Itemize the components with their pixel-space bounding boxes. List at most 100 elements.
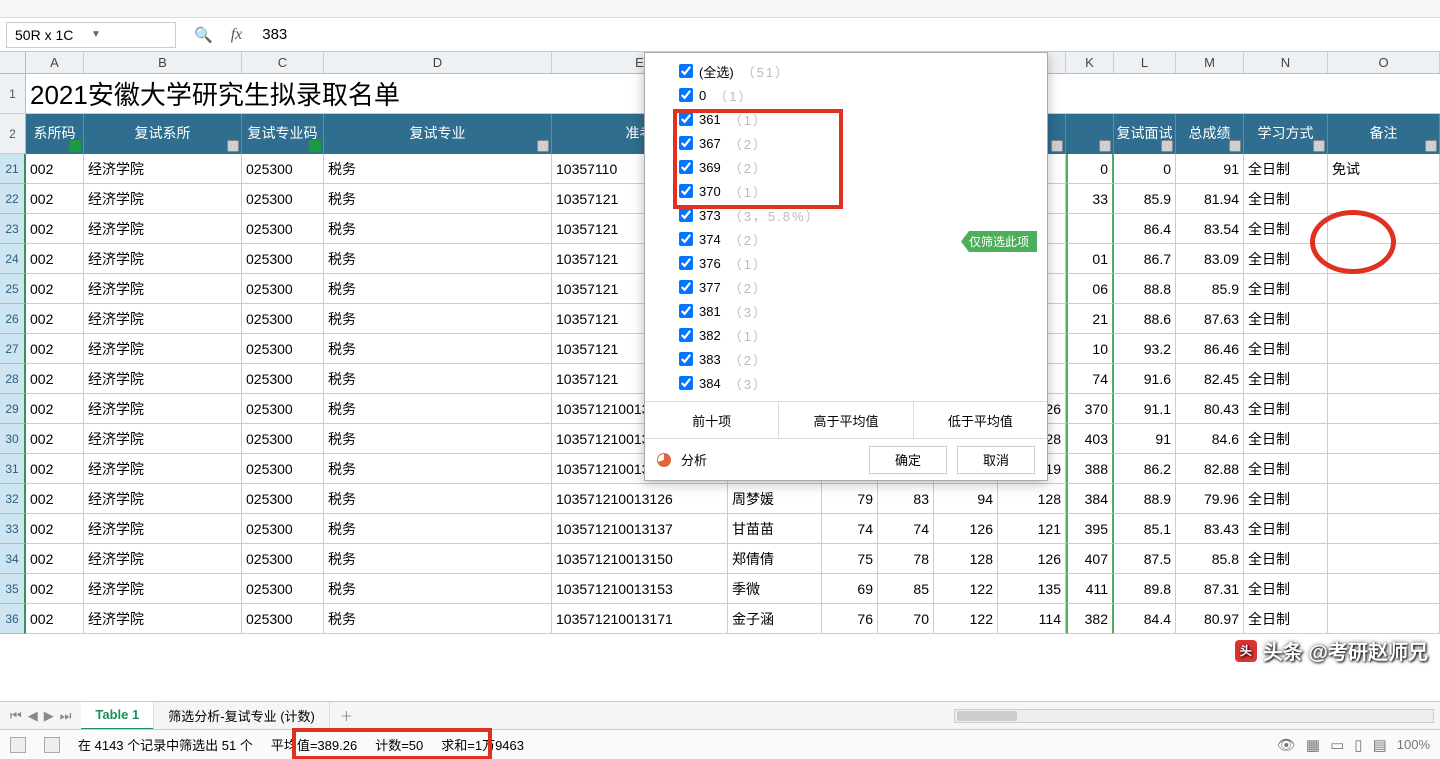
cell[interactable]: 002 bbox=[26, 514, 84, 544]
filter-only-badge[interactable]: 仅筛选此项 bbox=[961, 231, 1037, 252]
cell[interactable]: 06 bbox=[1066, 274, 1114, 304]
cell[interactable]: 025300 bbox=[242, 454, 324, 484]
cell[interactable]: 经济学院 bbox=[84, 454, 242, 484]
cell[interactable]: 全日制 bbox=[1244, 184, 1328, 214]
cell[interactable]: 025300 bbox=[242, 154, 324, 184]
cell[interactable]: 83.43 bbox=[1176, 514, 1244, 544]
table-header-cell[interactable]: 复试面试 bbox=[1114, 114, 1176, 154]
cell[interactable]: 01 bbox=[1066, 244, 1114, 274]
cell[interactable]: 经济学院 bbox=[84, 424, 242, 454]
checkbox[interactable] bbox=[679, 112, 693, 126]
status-icon[interactable] bbox=[44, 737, 60, 753]
cell[interactable] bbox=[1328, 514, 1440, 544]
checkbox[interactable] bbox=[679, 328, 693, 342]
cell[interactable] bbox=[1328, 394, 1440, 424]
filter-item[interactable]: 367（2） bbox=[679, 131, 1047, 155]
cell[interactable]: 76 bbox=[822, 604, 878, 634]
filter-item[interactable]: 373（3，5.8%） bbox=[679, 203, 1047, 227]
filter-icon[interactable] bbox=[1161, 140, 1173, 152]
filter-item[interactable]: 376（1） bbox=[679, 251, 1047, 275]
table-header-cell[interactable]: 总成绩 bbox=[1176, 114, 1244, 154]
cell[interactable]: 025300 bbox=[242, 214, 324, 244]
tab-nav[interactable]: ⏮◀▶⏭ bbox=[0, 708, 81, 724]
cell[interactable]: 83.54 bbox=[1176, 214, 1244, 244]
cell[interactable]: 395 bbox=[1066, 514, 1114, 544]
filter-active-icon[interactable] bbox=[69, 140, 81, 152]
cell[interactable]: 全日制 bbox=[1244, 544, 1328, 574]
first-icon[interactable]: ⏮ bbox=[10, 708, 22, 724]
row-header[interactable]: 26 bbox=[0, 304, 26, 334]
cell[interactable]: 税务 bbox=[324, 274, 552, 304]
cell[interactable] bbox=[1328, 274, 1440, 304]
magnifier-icon[interactable]: 🔍 bbox=[194, 26, 213, 44]
cell[interactable]: 025300 bbox=[242, 304, 324, 334]
cell[interactable]: 税务 bbox=[324, 154, 552, 184]
cell[interactable]: 403 bbox=[1066, 424, 1114, 454]
cell[interactable]: 全日制 bbox=[1244, 604, 1328, 634]
col-header-A[interactable]: A bbox=[26, 52, 84, 73]
cell[interactable]: 025300 bbox=[242, 424, 324, 454]
tab-table1[interactable]: Table 1 bbox=[81, 702, 154, 730]
row-header[interactable]: 31 bbox=[0, 454, 26, 484]
col-header-L[interactable]: L bbox=[1114, 52, 1176, 73]
cell[interactable]: 经济学院 bbox=[84, 334, 242, 364]
cell[interactable]: 88.9 bbox=[1114, 484, 1176, 514]
row-header[interactable]: 22 bbox=[0, 184, 26, 214]
cell[interactable]: 88.6 bbox=[1114, 304, 1176, 334]
cell[interactable] bbox=[1328, 484, 1440, 514]
cell[interactable]: 79.96 bbox=[1176, 484, 1244, 514]
horizontal-scrollbar[interactable] bbox=[954, 709, 1434, 723]
cell[interactable]: 全日制 bbox=[1244, 274, 1328, 304]
cell[interactable]: 全日制 bbox=[1244, 244, 1328, 274]
cell[interactable]: 025300 bbox=[242, 334, 324, 364]
cell[interactable] bbox=[1328, 364, 1440, 394]
cell[interactable]: 126 bbox=[934, 514, 998, 544]
cell[interactable]: 全日制 bbox=[1244, 364, 1328, 394]
cell[interactable]: 103571210013126 bbox=[552, 484, 728, 514]
checkbox[interactable] bbox=[679, 232, 693, 246]
cell[interactable]: 70 bbox=[878, 604, 934, 634]
view-page-icon[interactable]: ▯ bbox=[1354, 736, 1362, 754]
filter-icon[interactable] bbox=[1313, 140, 1325, 152]
checkbox[interactable] bbox=[679, 208, 693, 222]
filter-icon[interactable] bbox=[1051, 140, 1063, 152]
cell[interactable]: 025300 bbox=[242, 184, 324, 214]
cell[interactable]: 税务 bbox=[324, 514, 552, 544]
cell[interactable]: 121 bbox=[998, 514, 1066, 544]
cell[interactable]: 82.88 bbox=[1176, 454, 1244, 484]
cell[interactable]: 91.6 bbox=[1114, 364, 1176, 394]
layout-icon[interactable]: ▦ bbox=[1306, 736, 1320, 754]
cell[interactable]: 经济学院 bbox=[84, 274, 242, 304]
add-sheet-button[interactable]: ＋ bbox=[330, 706, 363, 725]
cell[interactable]: 025300 bbox=[242, 544, 324, 574]
cell[interactable]: 025300 bbox=[242, 274, 324, 304]
row-header[interactable]: 23 bbox=[0, 214, 26, 244]
cell[interactable]: 全日制 bbox=[1244, 454, 1328, 484]
cell[interactable]: 388 bbox=[1066, 454, 1114, 484]
eye-icon[interactable]: 👁 bbox=[1277, 736, 1296, 754]
cell[interactable]: 税务 bbox=[324, 484, 552, 514]
filter-item[interactable]: 361（1） bbox=[679, 107, 1047, 131]
filter-item[interactable]: 369（2） bbox=[679, 155, 1047, 179]
cell[interactable]: 86.46 bbox=[1176, 334, 1244, 364]
cell[interactable]: 002 bbox=[26, 424, 84, 454]
cell[interactable]: 经济学院 bbox=[84, 304, 242, 334]
cancel-button[interactable]: 取消 bbox=[957, 446, 1035, 474]
cell[interactable]: 周梦媛 bbox=[728, 484, 822, 514]
cell[interactable]: 025300 bbox=[242, 574, 324, 604]
col-header-O[interactable]: O bbox=[1328, 52, 1440, 73]
cell[interactable] bbox=[1328, 454, 1440, 484]
cell[interactable]: 002 bbox=[26, 274, 84, 304]
cell[interactable]: 407 bbox=[1066, 544, 1114, 574]
cell[interactable]: 002 bbox=[26, 454, 84, 484]
cell[interactable]: 税务 bbox=[324, 574, 552, 604]
cell[interactable]: 33 bbox=[1066, 184, 1114, 214]
table-header-cell[interactable]: 系所码 bbox=[26, 114, 84, 154]
cell[interactable]: 74 bbox=[822, 514, 878, 544]
cell[interactable]: 86.2 bbox=[1114, 454, 1176, 484]
cell[interactable]: 126 bbox=[998, 544, 1066, 574]
row-header[interactable]: 33 bbox=[0, 514, 26, 544]
row-header[interactable]: 1 bbox=[0, 74, 26, 114]
cell[interactable]: 91 bbox=[1176, 154, 1244, 184]
checkbox[interactable] bbox=[679, 256, 693, 270]
